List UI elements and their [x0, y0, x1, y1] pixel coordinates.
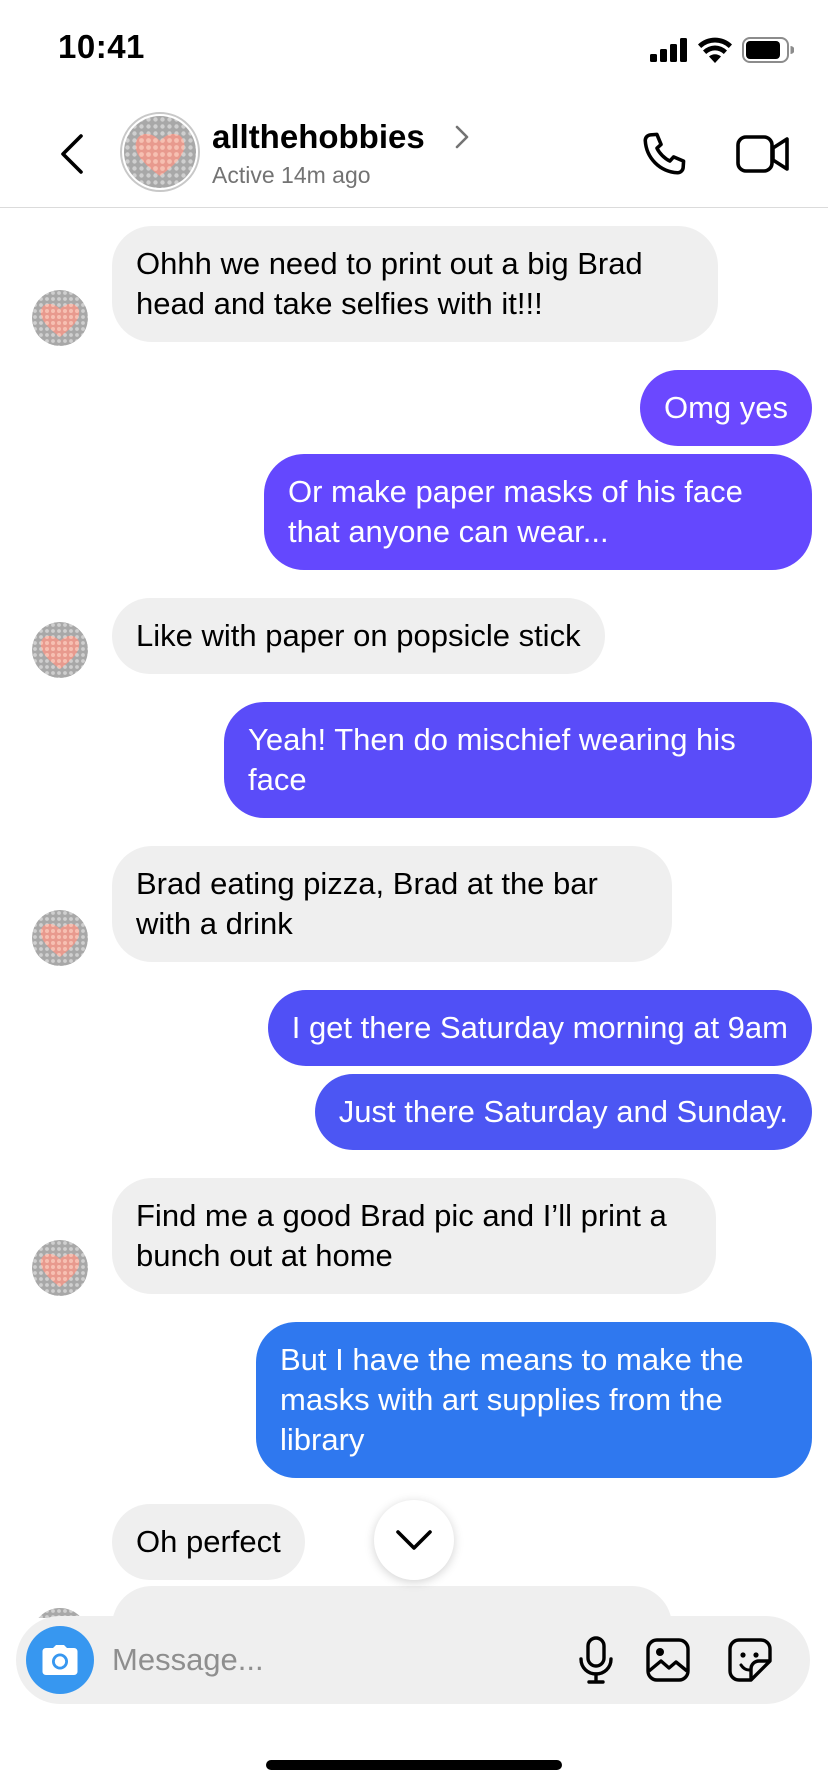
- sender-avatar[interactable]: [32, 622, 88, 678]
- message-bubble-outgoing[interactable]: But I have the means to make the masks w…: [256, 1322, 812, 1478]
- heart-avatar-icon: [32, 1240, 88, 1296]
- gallery-button[interactable]: [640, 1632, 696, 1688]
- chat-header: allthehobbies Active 14m ago: [0, 100, 828, 208]
- video-camera-icon: [736, 135, 789, 173]
- chat-username[interactable]: allthehobbies: [212, 118, 425, 156]
- camera-button[interactable]: [26, 1626, 94, 1694]
- status-icons: [650, 36, 794, 64]
- sender-avatar[interactable]: [32, 1240, 88, 1296]
- message-bubble-outgoing[interactable]: Just there Saturday and Sunday.: [314, 1074, 812, 1150]
- image-icon: [646, 1638, 690, 1682]
- sticker-icon: [728, 1638, 772, 1682]
- message-bubble-outgoing[interactable]: Omg yes: [639, 370, 812, 446]
- camera-icon: [42, 1645, 78, 1675]
- message-bubble-incoming[interactable]: Brad eating pizza, Brad at the bar with …: [112, 846, 672, 962]
- profile-avatar[interactable]: [120, 112, 200, 192]
- audio-call-button[interactable]: [636, 126, 692, 182]
- status-time: 10:41: [58, 28, 145, 65]
- message-bubble-outgoing[interactable]: Or make paper masks of his face that any…: [264, 454, 812, 570]
- message-bubble-incoming[interactable]: Ohhh we need to print out a big Brad hea…: [112, 226, 718, 342]
- scroll-to-bottom-button[interactable]: [374, 1500, 454, 1580]
- message-bubble-incoming[interactable]: Like with paper on popsicle stick: [112, 598, 605, 674]
- message-bubble-outgoing[interactable]: Yeah! Then do mischief wearing his face: [224, 702, 812, 818]
- heart-avatar-icon: [32, 622, 88, 678]
- message-bubble-incoming[interactable]: Find me a good Brad pic and I’ll print a…: [112, 1178, 716, 1294]
- sender-avatar[interactable]: [32, 290, 88, 346]
- message-bubble-outgoing[interactable]: I get there Saturday morning at 9am: [267, 990, 812, 1066]
- voice-message-button[interactable]: [568, 1632, 624, 1688]
- chevron-left-icon: [61, 134, 83, 174]
- chevron-down-icon: [396, 1530, 432, 1550]
- message-bubble-incoming[interactable]: Oh perfect: [112, 1504, 305, 1580]
- cellular-signal-icon: [650, 38, 687, 62]
- heart-avatar-icon: [32, 290, 88, 346]
- sender-avatar[interactable]: [32, 910, 88, 966]
- active-status: Active 14m ago: [212, 162, 371, 188]
- message-composer: [16, 1616, 810, 1704]
- back-button[interactable]: [50, 126, 94, 182]
- wifi-icon: [698, 37, 732, 63]
- battery-icon: [742, 37, 794, 63]
- microphone-icon: [579, 1636, 613, 1684]
- phone-icon: [643, 132, 686, 175]
- heart-avatar-icon: [124, 116, 196, 188]
- chevron-right-icon[interactable]: [452, 122, 472, 152]
- status-bar: 10:41: [0, 0, 828, 100]
- message-input[interactable]: [112, 1638, 472, 1682]
- home-indicator: [266, 1760, 562, 1770]
- video-call-button[interactable]: [734, 126, 792, 182]
- sticker-button[interactable]: [722, 1632, 778, 1688]
- heart-avatar-icon: [32, 910, 88, 966]
